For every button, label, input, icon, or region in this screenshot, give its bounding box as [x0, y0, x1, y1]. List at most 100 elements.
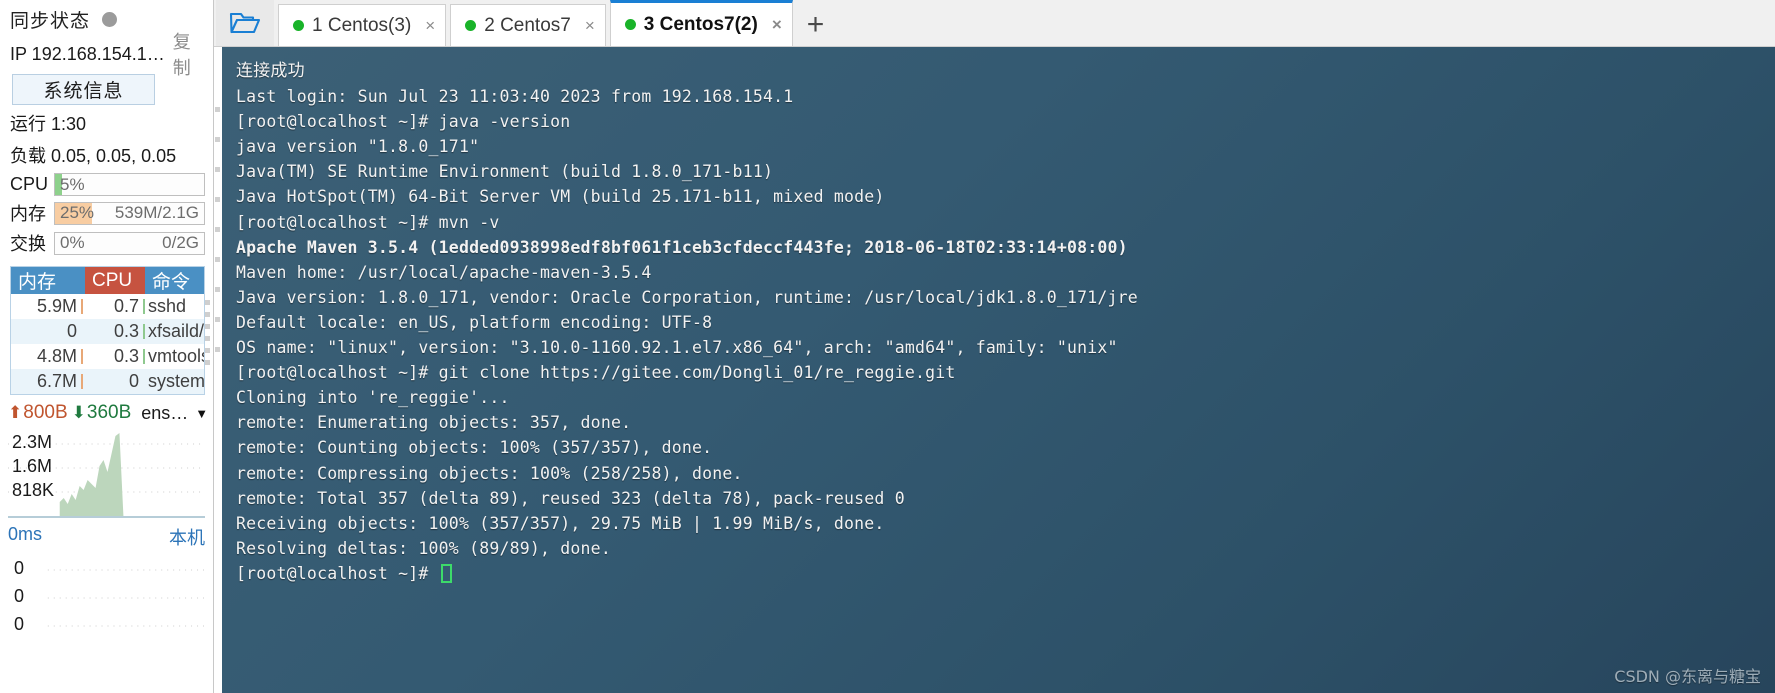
- latency-label-0: 0: [14, 558, 25, 578]
- tab-list: 1 Centos(3) × 2 Centos7 × 3 Centos7(2) ×: [274, 0, 793, 46]
- terminal-line: remote: Enumerating objects: 357, done.: [236, 413, 632, 433]
- close-icon[interactable]: ×: [772, 15, 782, 35]
- terminal-line: java version "1.8.0_171": [236, 137, 480, 157]
- cell-memory: 0: [66, 321, 77, 341]
- process-table-header: 内存 CPU 命令: [11, 267, 204, 294]
- table-row[interactable]: 0 0.3xfsaild/d: [11, 319, 204, 344]
- terminal-line: [root@localhost ~]# java -version: [236, 112, 571, 132]
- new-tab-button[interactable]: +: [793, 4, 839, 46]
- tab-label: 3 Centos7(2): [643, 13, 758, 35]
- latency-value: 0ms: [8, 524, 43, 544]
- network-upload: ⬆ 800B: [8, 402, 68, 424]
- terminal-line: remote: Total 357 (delta 89), reused 323…: [236, 488, 905, 508]
- system-info-button[interactable]: 系统信息: [12, 74, 155, 105]
- tab-bar: 1 Centos(3) × 2 Centos7 × 3 Centos7(2) × +: [214, 0, 1775, 47]
- latency-graph-svg: [47, 569, 205, 627]
- tab-2[interactable]: 2 Centos7 ×: [450, 4, 606, 46]
- prompt-text: [root@localhost ~]#: [236, 563, 439, 583]
- latency-graph: 0 0 0: [8, 552, 205, 638]
- latency-header: 0ms 本机: [0, 518, 213, 552]
- meter-label: CPU: [10, 174, 49, 194]
- upload-value: 800B: [23, 402, 68, 423]
- open-folder-button[interactable]: [216, 0, 274, 46]
- terminal-line: Apache Maven 3.5.4 (1edded0938998edf8bf0…: [236, 237, 1128, 257]
- terminal-line: Java(TM) SE Runtime Environment (build 1…: [236, 162, 774, 182]
- terminal-line: Cloning into 're_reggie'...: [236, 388, 510, 408]
- meter-percent: 0%: [60, 233, 85, 252]
- load-average-text: 负载 0.05, 0.05, 0.05: [10, 146, 177, 166]
- meter-row-CPU: CPU 5%: [0, 171, 213, 198]
- open-folder-icon: [229, 12, 261, 34]
- cell-command: sshd: [148, 296, 187, 316]
- network-traffic-graph: 2.3M 1.6M 818K: [8, 428, 205, 518]
- table-row[interactable]: 4.8M0.3vmtoolsd: [11, 344, 204, 369]
- cell-memory: 5.9M: [11, 296, 85, 317]
- meter-detail: 0/2G: [162, 233, 199, 252]
- cell-command: vmtoolsd: [148, 346, 204, 366]
- download-value: 360B: [86, 402, 132, 423]
- network-download: ⬇ 360B: [72, 402, 132, 424]
- meter-label: 交换: [10, 234, 46, 254]
- tab-status-dot-icon: [624, 19, 636, 30]
- column-header-command[interactable]: 命令: [145, 267, 204, 294]
- cell-cpu: 0.7: [85, 296, 145, 317]
- terminal-line: Java version: 1.8.0_171, vendor: Oracle …: [236, 287, 1138, 307]
- app-root: 同步状态 IP 192.168.154.1… 复制 系统信息 运行 1:30 负…: [0, 0, 1775, 693]
- network-interface-label[interactable]: ens…: [141, 403, 188, 424]
- terminal-line: 连接成功: [236, 61, 305, 81]
- column-header-memory[interactable]: 内存: [11, 267, 85, 294]
- copy-ip-button[interactable]: 复制: [173, 28, 205, 80]
- terminal-output[interactable]: 连接成功 Last login: Sun Jul 23 11:03:40 2023…: [222, 47, 1775, 693]
- terminal-prompt-line: [root@localhost ~]#: [236, 561, 1775, 586]
- ip-address-row: IP 192.168.154.1… 复制: [0, 32, 213, 78]
- main-panel: 1 Centos(3) × 2 Centos7 × 3 Centos7(2) × + 连接…: [214, 0, 1775, 693]
- sidebar-tick-marks: [205, 300, 211, 372]
- close-icon[interactable]: ×: [585, 16, 595, 36]
- arrow-up-icon: ⬆: [8, 403, 23, 422]
- watermark-text: CSDN @东离与糖宝: [1614, 667, 1761, 686]
- meter-bar: 25% 539M/2.1G: [54, 201, 205, 225]
- meter-percent: 5%: [60, 174, 85, 194]
- cell-memory: 6.7M: [11, 371, 85, 392]
- terminal-gutter: [214, 47, 222, 693]
- tab-1[interactable]: 1 Centos(3) ×: [278, 4, 447, 46]
- meter-bar: 0% 0/2G: [54, 231, 205, 255]
- table-row[interactable]: 6.7M 0 systemd: [11, 369, 204, 394]
- latency-label-2: 0: [14, 614, 25, 634]
- resource-meters: CPU 5% 内存 25% 539M/2.1G 交换 0% 0/2G: [0, 171, 213, 258]
- meter-label: 内存: [10, 204, 46, 224]
- tab-label: 1 Centos(3): [312, 14, 412, 36]
- cell-command: xfsaild/d: [148, 321, 204, 341]
- tick-mark: [205, 312, 210, 317]
- tick-mark: [205, 336, 210, 341]
- tick-mark: [205, 360, 210, 365]
- tab-3[interactable]: 3 Centos7(2) ×: [609, 0, 793, 46]
- meter-bar: 5%: [54, 173, 205, 196]
- terminal-line: remote: Compressing objects: 100% (258/2…: [236, 463, 743, 483]
- network-throughput-row: ⬆ 800B ⬇ 360B ens… ▼: [0, 395, 213, 428]
- meter-detail: 539M/2.1G: [114, 203, 199, 222]
- terminal-line: Resolving deltas: 100% (89/89), done.: [236, 538, 611, 558]
- tick-mark: [205, 348, 210, 353]
- meter-percent: 25%: [60, 203, 95, 222]
- terminal-line: Java HotSpot(TM) 64-Bit Server VM (build…: [236, 187, 885, 207]
- cell-cpu: 0.3: [85, 321, 145, 342]
- tab-status-dot-icon: [465, 20, 477, 31]
- process-table: 内存 CPU 命令 5.9M0.7sshd00.3xfsaild/d4.8M0.…: [10, 266, 205, 395]
- latency-target[interactable]: 本机: [169, 524, 205, 550]
- column-header-cpu[interactable]: CPU: [85, 267, 145, 294]
- terminal-wrapper: 连接成功 Last login: Sun Jul 23 11:03:40 2023…: [214, 47, 1775, 693]
- tab-status-dot-icon: [293, 20, 304, 31]
- terminal-line: [root@localhost ~]# git clone https://gi…: [236, 363, 956, 383]
- tick-mark: [205, 300, 210, 305]
- cell-cpu: 0.3: [85, 346, 145, 367]
- terminal-cursor: [440, 563, 452, 583]
- tab-label: 2 Centos7: [484, 14, 571, 36]
- close-icon[interactable]: ×: [425, 16, 435, 36]
- sync-status-indicator-icon: [102, 11, 118, 27]
- chevron-down-icon[interactable]: ▼: [195, 406, 208, 421]
- meter-row-内存: 内存 25% 539M/2.1G: [0, 198, 213, 228]
- table-row[interactable]: 5.9M 0.7 sshd: [11, 294, 204, 319]
- terminal-line: Default locale: en_US, platform encoding…: [236, 312, 713, 332]
- ip-address-text: IP 192.168.154.1…: [10, 43, 165, 64]
